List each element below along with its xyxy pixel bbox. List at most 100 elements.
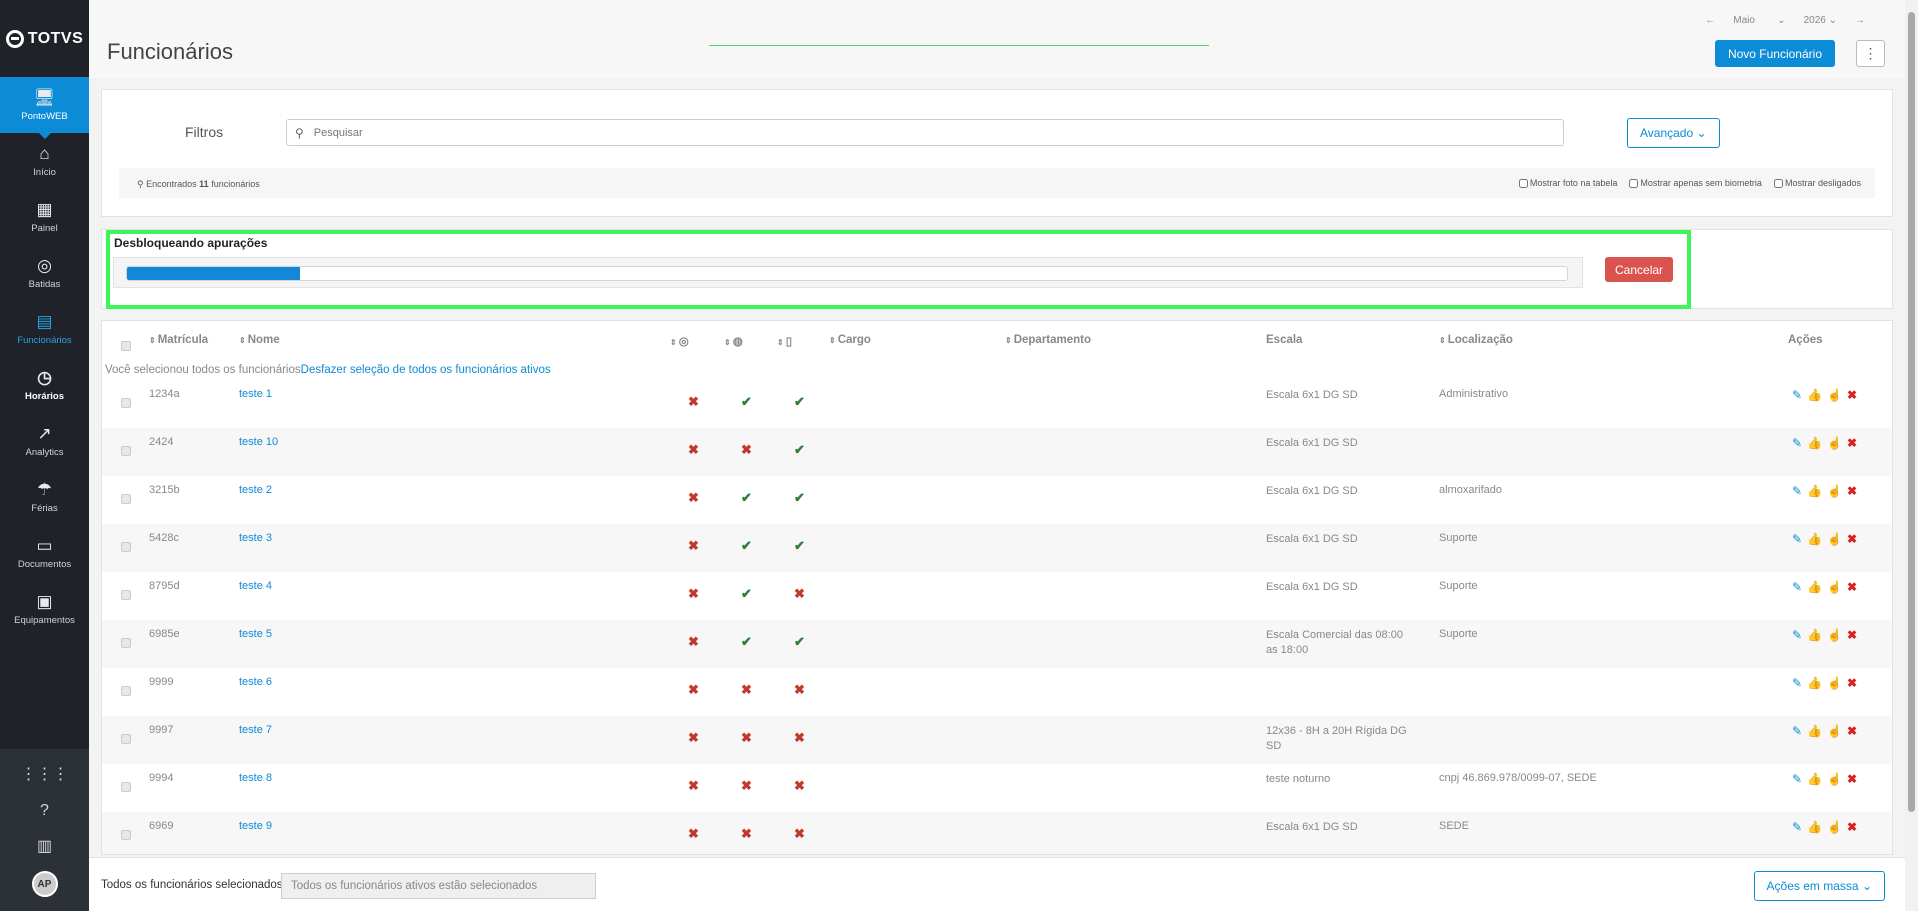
show-photo-checkbox[interactable] [1518, 178, 1528, 188]
employee-name-link[interactable]: teste 2 [239, 484, 272, 496]
edit-icon[interactable]: ✎ [1792, 676, 1802, 690]
avatar[interactable]: AP [31, 871, 58, 897]
search-input[interactable] [313, 126, 1563, 139]
row-checkbox[interactable] [121, 398, 131, 408]
edit-icon[interactable]: ✎ [1792, 532, 1802, 546]
hand-pointer-icon[interactable]: ☝ [1827, 772, 1842, 786]
employee-name-link[interactable]: teste 6 [239, 676, 272, 688]
col-biometry[interactable]: ⇕ ◎ [670, 334, 689, 348]
col-cargo[interactable]: ⇕ Cargo [829, 334, 871, 346]
sidebar-item-2[interactable]: ▦ Painel [0, 189, 89, 245]
thumbs-up-icon[interactable]: 👍 [1807, 532, 1822, 546]
delete-icon[interactable]: ✖ [1847, 676, 1857, 690]
thumbs-up-icon[interactable]: 👍 [1807, 580, 1822, 594]
sidebar-item-1[interactable]: ⌂ Início [0, 133, 89, 189]
sidebar-item-6[interactable]: ↗ Analytics [0, 413, 89, 469]
next-period-arrow-icon[interactable]: → [1855, 15, 1865, 26]
col-web[interactable]: ⇕ ◍ [724, 334, 743, 348]
table-row[interactable]: 1234a teste 1 ✖ ✔ ✔ Escala 6x1 DG SD Administr… [102, 380, 1892, 428]
thumbs-up-icon[interactable]: 👍 [1807, 388, 1822, 402]
col-localizacao[interactable]: ⇕ Localização [1439, 334, 1513, 346]
show-photo-option[interactable]: Mostrar foto na tabela [1518, 178, 1617, 188]
cancel-button[interactable]: Cancelar [1605, 257, 1674, 282]
thumbs-up-icon[interactable]: 👍 [1807, 772, 1822, 786]
delete-icon[interactable]: ✖ [1847, 628, 1857, 642]
dismissed-option[interactable]: Mostrar desligados [1773, 178, 1861, 188]
employee-name-link[interactable]: teste 8 [239, 772, 272, 784]
delete-icon[interactable]: ✖ [1847, 388, 1857, 402]
edit-icon[interactable]: ✎ [1792, 724, 1802, 738]
delete-icon[interactable]: ✖ [1847, 820, 1857, 834]
hand-pointer-icon[interactable]: ☝ [1827, 820, 1842, 834]
table-row[interactable]: 8795d teste 4 ✖ ✔ ✖ Escala 6x1 DG SD Suporte ✎ 👍… [102, 572, 1892, 620]
sidebar-item-8[interactable]: ▭ Documentos [0, 525, 89, 581]
delete-icon[interactable]: ✖ [1847, 580, 1857, 594]
edit-icon[interactable]: ✎ [1792, 772, 1802, 786]
sidebar-item-3[interactable]: ◎ Batidas [0, 245, 89, 301]
row-checkbox[interactable] [121, 542, 131, 552]
table-row[interactable]: 6969 teste 9 ✖ ✖ ✖ Escala 6x1 DG SD SEDE ✎ 👍 ☝ ✖ [102, 812, 1892, 854]
thumbs-up-icon[interactable]: 👍 [1807, 484, 1822, 498]
employee-name-link[interactable]: teste 1 [239, 388, 272, 400]
col-matricula[interactable]: ⇕ Matrícula [149, 334, 208, 346]
employee-name-link[interactable]: teste 10 [239, 436, 278, 448]
edit-icon[interactable]: ✎ [1792, 388, 1802, 402]
select-all-checkbox[interactable] [121, 341, 131, 351]
dismissed-checkbox[interactable] [1773, 178, 1783, 188]
row-checkbox[interactable] [121, 446, 131, 456]
hand-pointer-icon[interactable]: ☝ [1827, 388, 1842, 402]
apps-grid-icon[interactable]: ⋮⋮⋮ [21, 763, 69, 787]
row-checkbox[interactable] [121, 494, 131, 504]
edit-icon[interactable]: ✎ [1792, 436, 1802, 450]
hand-pointer-icon[interactable]: ☝ [1827, 724, 1842, 738]
search-box[interactable]: ⚲ [286, 119, 1564, 146]
delete-icon[interactable]: ✖ [1847, 436, 1857, 450]
table-row[interactable]: 6985e teste 5 ✖ ✔ ✔ Escala Comercial das 08:0… [102, 620, 1892, 668]
employee-name-link[interactable]: teste 4 [239, 580, 272, 592]
hand-pointer-icon[interactable]: ☝ [1827, 484, 1842, 498]
hand-pointer-icon[interactable]: ☝ [1827, 628, 1842, 642]
mass-actions-button[interactable]: Ações em massa ⌄ [1753, 871, 1885, 901]
edit-icon[interactable]: ✎ [1792, 820, 1802, 834]
col-departamento[interactable]: ⇕ Departamento [1005, 334, 1091, 346]
edit-icon[interactable]: ✎ [1792, 628, 1802, 642]
table-row[interactable]: 9999 teste 6 ✖ ✖ ✖ ✎ 👍 ☝ ✖ [102, 668, 1892, 716]
more-options-button[interactable]: ⋮ [1856, 40, 1885, 67]
table-row[interactable]: 9994 teste 8 ✖ ✖ ✖ teste noturno cnpj 46.869.9… [102, 764, 1892, 812]
thumbs-up-icon[interactable]: 👍 [1807, 724, 1822, 738]
row-checkbox[interactable] [121, 686, 131, 696]
sidebar-item-4[interactable]: ▤ Funcionários [0, 301, 89, 357]
biometry-option[interactable]: Mostrar apenas sem biometria [1629, 178, 1762, 188]
table-row[interactable]: 3215b teste 2 ✖ ✔ ✔ Escala 6x1 DG SD almoxarif… [102, 476, 1892, 524]
month-select[interactable]: Maio ⌄ [1733, 15, 1785, 26]
row-checkbox[interactable] [121, 638, 131, 648]
advanced-filter-button[interactable]: Avançado ⌄ [1627, 118, 1720, 148]
sidebar-item-5[interactable]: ◷ Horários [0, 357, 89, 413]
edit-icon[interactable]: ✎ [1792, 580, 1802, 594]
hand-pointer-icon[interactable]: ☝ [1827, 580, 1842, 594]
edit-icon[interactable]: ✎ [1792, 484, 1802, 498]
delete-icon[interactable]: ✖ [1847, 484, 1857, 498]
col-mobile[interactable]: ⇕ ▯ [777, 334, 792, 348]
employee-name-link[interactable]: teste 7 [239, 724, 272, 736]
prev-period-arrow-icon[interactable]: ← [1705, 15, 1715, 26]
hand-pointer-icon[interactable]: ☝ [1827, 436, 1842, 450]
scrollbar-thumb[interactable] [1908, 12, 1915, 812]
thumbs-up-icon[interactable]: 👍 [1807, 436, 1822, 450]
delete-icon[interactable]: ✖ [1847, 772, 1857, 786]
table-row[interactable]: 5428c teste 3 ✖ ✔ ✔ Escala 6x1 DG SD Suporte ✎ 👍… [102, 524, 1892, 572]
table-row[interactable]: 9997 teste 7 ✖ ✖ ✖ 12x36 - 8H a 20H Rígida DG… [102, 716, 1892, 764]
delete-icon[interactable]: ✖ [1847, 724, 1857, 738]
col-nome[interactable]: ⇕ Nome [239, 334, 280, 346]
employee-name-link[interactable]: teste 9 [239, 820, 272, 832]
hand-pointer-icon[interactable]: ☝ [1827, 676, 1842, 690]
thumbs-up-icon[interactable]: 👍 [1807, 820, 1822, 834]
thumbs-up-icon[interactable]: 👍 [1807, 676, 1822, 690]
sidebar-item-7[interactable]: ☂ Férias [0, 469, 89, 525]
sidebar-item-0[interactable]: 🖥 PontoWEB [0, 77, 89, 139]
undo-selection-link[interactable]: Desfazer seleção de todos os funcionário… [301, 364, 551, 376]
company-icon[interactable]: ▥ [37, 835, 52, 859]
page-scrollbar[interactable] [1905, 0, 1918, 911]
year-select[interactable]: 2026 ⌄ [1804, 15, 1837, 26]
biometry-checkbox[interactable] [1629, 178, 1639, 188]
